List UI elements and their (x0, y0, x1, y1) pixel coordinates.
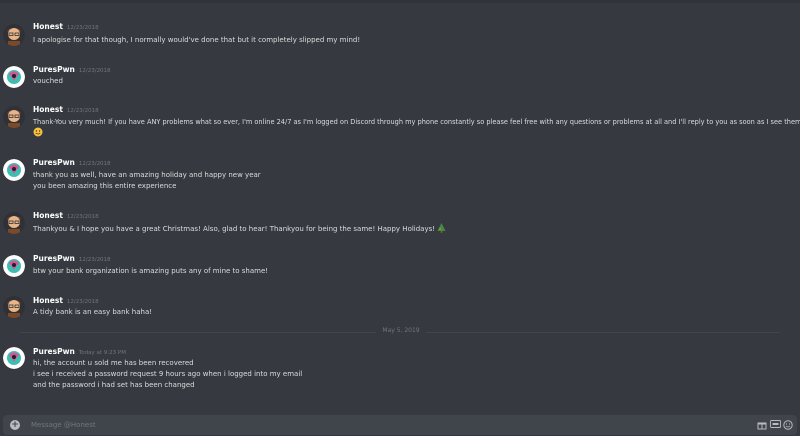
smile-emoji-icon (33, 127, 43, 139)
message-timestamp: 12/23/2018 (78, 161, 111, 167)
message-text: I apologise for that though, I normally … (33, 36, 361, 44)
plus-icon[interactable]: + (10, 420, 20, 430)
christmas-tree-emoji-icon (437, 223, 446, 235)
message-text: A tidy bank is an easy bank haha! (33, 308, 153, 316)
avatar-purespwn[interactable] (3, 255, 25, 277)
message-text: you been amazing this entire experience (33, 182, 177, 190)
message-text: vouched (33, 77, 63, 85)
emoji-picker-icon[interactable] (783, 420, 793, 430)
avatar-honest[interactable] (3, 296, 25, 318)
message-text: Thankyou & I hope you have a great Chris… (33, 223, 446, 235)
message-timestamp: 12/23/2018 (78, 257, 111, 263)
avatar-purespwn[interactable] (3, 347, 25, 369)
chat-messages: Honest 12/23/2018 I apologise for that th… (0, 0, 800, 410)
message-timestamp: 12/23/2018 (66, 25, 99, 31)
message-author[interactable]: PuresPwn Today at 9:23 PM (33, 347, 126, 356)
message-text: thank you as well, have an amazing holid… (33, 171, 261, 179)
message-author[interactable]: Honest 12/23/2018 (33, 296, 99, 305)
message-author[interactable]: Honest 12/23/2018 (33, 211, 99, 220)
message-author[interactable]: Honest 12/23/2018 (33, 22, 99, 31)
message-author[interactable]: PuresPwn 12/23/2018 (33, 65, 111, 74)
gif-icon[interactable] (770, 420, 781, 430)
message-text: hi, the account u sold me has been recov… (33, 359, 194, 367)
gift-icon[interactable] (757, 420, 767, 430)
message-timestamp: Today at 9:23 PM (78, 350, 126, 356)
avatar-purespwn[interactable] (3, 66, 25, 88)
message-text: and the password i had set has been chan… (33, 381, 195, 389)
message-author[interactable]: PuresPwn 12/23/2018 (33, 254, 111, 263)
message-text: i see i received a password request 9 ho… (33, 370, 303, 378)
message-text: btw your bank organization is amazing pu… (33, 267, 269, 275)
message-input[interactable]: Message @Honest (31, 421, 96, 429)
avatar-honest[interactable] (3, 212, 25, 234)
message-text: Thank-You very much! If you have ANY pro… (33, 118, 800, 126)
date-divider-label: May 5, 2019 (376, 327, 426, 334)
message-timestamp: 12/23/2018 (66, 214, 99, 220)
message-composer[interactable]: + Message @Honest (3, 415, 797, 435)
scroll-fade (0, 0, 800, 3)
message-author[interactable]: PuresPwn 12/23/2018 (33, 158, 111, 167)
message-timestamp: 12/23/2018 (66, 299, 99, 305)
avatar-honest[interactable] (3, 106, 25, 128)
avatar-purespwn[interactable] (3, 159, 25, 181)
message-timestamp: 12/23/2018 (66, 108, 99, 114)
avatar-honest[interactable] (3, 24, 25, 46)
message-author[interactable]: Honest 12/23/2018 (33, 105, 99, 114)
message-timestamp: 12/23/2018 (78, 68, 111, 74)
